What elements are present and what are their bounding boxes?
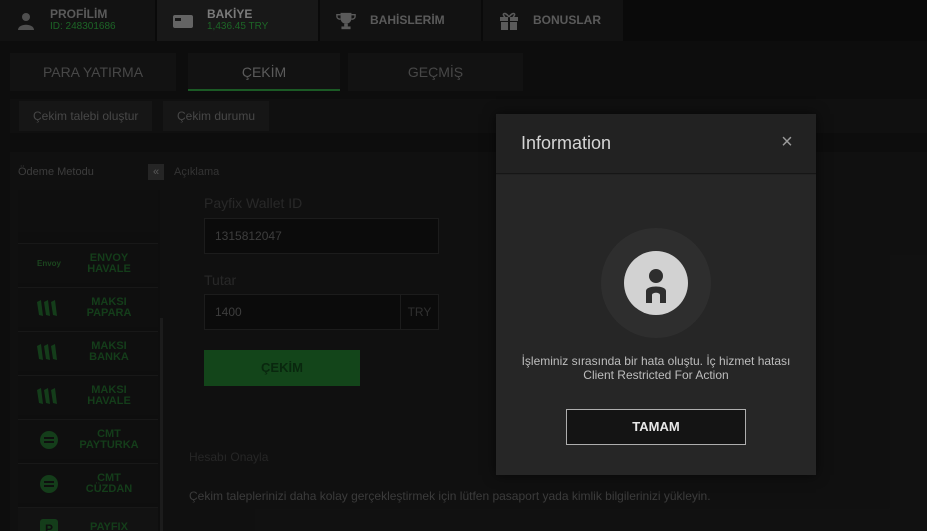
alert-icon-circle (601, 228, 711, 338)
page: PROFİLİM ID: 248301686 BAKİYE 1,436.45 T… (0, 0, 927, 531)
modal-body: İşleminiz sırasında bir hata oluştu. İç … (496, 175, 816, 475)
alert-icon (624, 251, 688, 315)
ok-button[interactable]: TAMAM (566, 409, 746, 445)
information-modal: Information × İşleminiz sırasında bir ha… (496, 114, 816, 475)
modal-header: Information × (496, 114, 816, 174)
close-icon[interactable]: × (778, 132, 796, 152)
modal-message: İşleminiz sırasında bir hata oluştu. İç … (521, 354, 791, 382)
modal-title: Information (521, 133, 612, 153)
